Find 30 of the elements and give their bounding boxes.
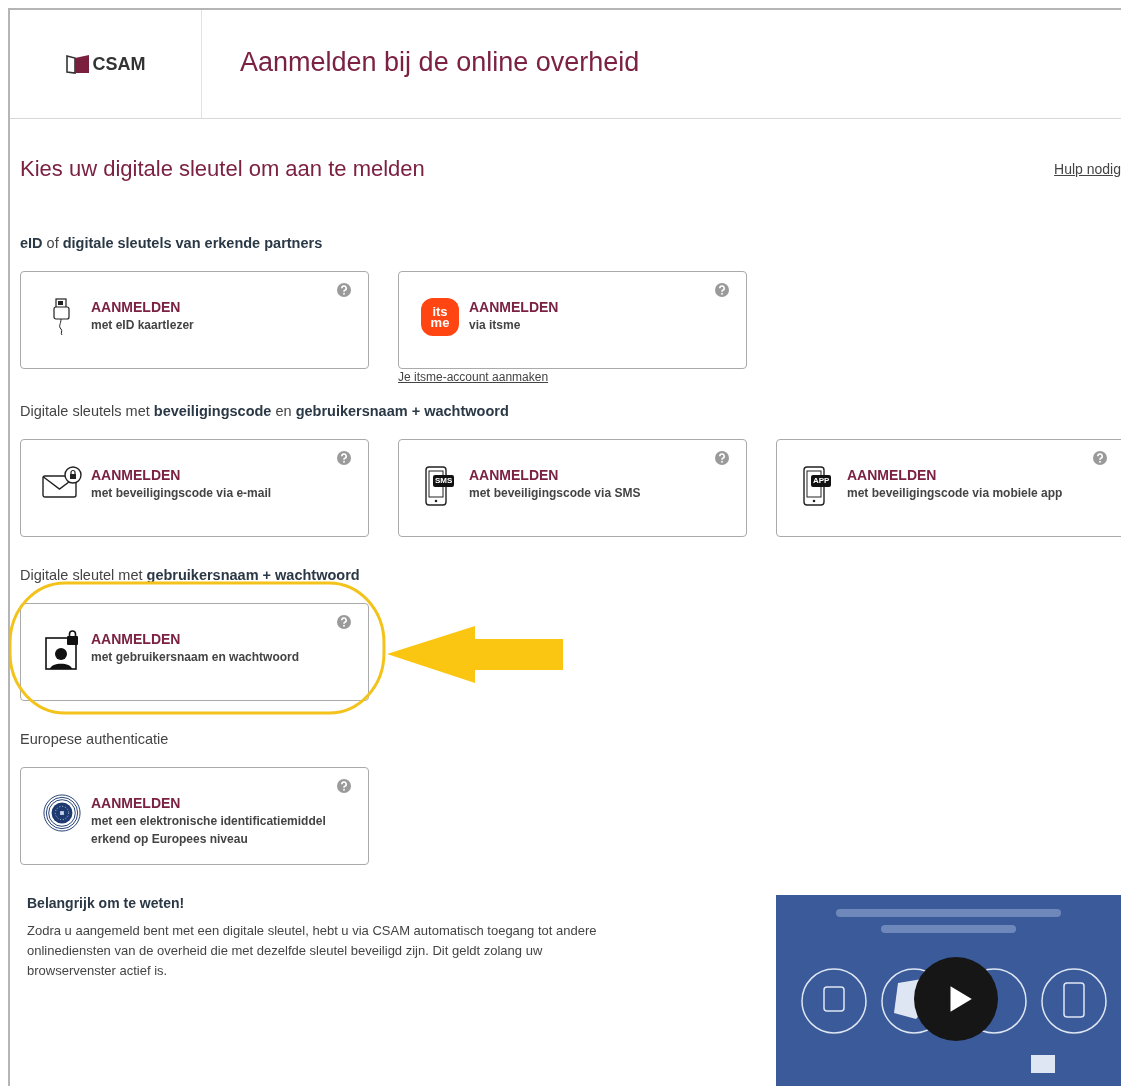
help-link[interactable]: Hulp nodig	[1054, 161, 1121, 177]
csam-logo: CSAM	[65, 53, 146, 75]
page-heading: Kies uw digitale sleutel om aan te melden	[20, 156, 425, 182]
help-icon[interactable]	[337, 615, 351, 629]
help-icon[interactable]	[715, 283, 729, 297]
help-icon[interactable]	[715, 451, 729, 465]
card-reader-icon	[52, 298, 72, 336]
section-heading: eID of digitale sleutels van erkende partners	[20, 234, 324, 252]
eu-seal-icon	[43, 794, 81, 832]
create-account-link[interactable]: Je itsme-account aanmaken	[398, 369, 747, 385]
section-heading: Digitale sleutels met beveiligingscode en gebruikersnaam + wachtwoord	[20, 402, 510, 420]
login-card[interactable]: AANMELDEN met een elektronische identificatiemiddel erkend op Europees niveau	[20, 767, 369, 865]
help-icon[interactable]	[337, 283, 351, 297]
user-lock-icon	[45, 630, 79, 670]
login-card[interactable]: AANMELDEN met gebruikersnaam en wachtwoord	[20, 603, 369, 701]
login-card[interactable]: AANMELDEN met beveiligingscode via e-mail	[20, 439, 369, 537]
notice-title: Belangrijk om te weten!	[27, 895, 186, 911]
help-icon[interactable]	[337, 779, 351, 793]
login-card[interactable]: AANMELDEN met eID kaartlezer	[20, 271, 369, 369]
help-icon[interactable]	[1093, 451, 1107, 465]
page-title: Aanmelden bij de online overheid	[240, 46, 640, 79]
help-icon[interactable]	[337, 451, 351, 465]
section-heading: Digitale sleutel met gebruikersnaam + wachtwoord	[20, 566, 361, 584]
login-card[interactable]: its me AANMELDEN via itsme	[398, 271, 747, 369]
itsme-logo: its me	[421, 298, 459, 336]
envelope-lock-icon	[42, 466, 82, 498]
section-heading: Europese authenticatie	[20, 730, 170, 748]
login-card[interactable]: APP AANMELDEN met beveiligingscode via mobiele app	[776, 439, 1121, 537]
notice-text: Zodra u aangemeld bent met een digitale sleutel, hebt u via CSAM automatisch toegang tot andere onlinediensten van de overheid die met dezelfde sleutel beveiligd zijn. Dit geldt zolang uw browservenster actief is.	[27, 922, 598, 980]
login-card[interactable]: SMS AANMELDEN met beveiligingscode via SMS	[398, 439, 747, 537]
